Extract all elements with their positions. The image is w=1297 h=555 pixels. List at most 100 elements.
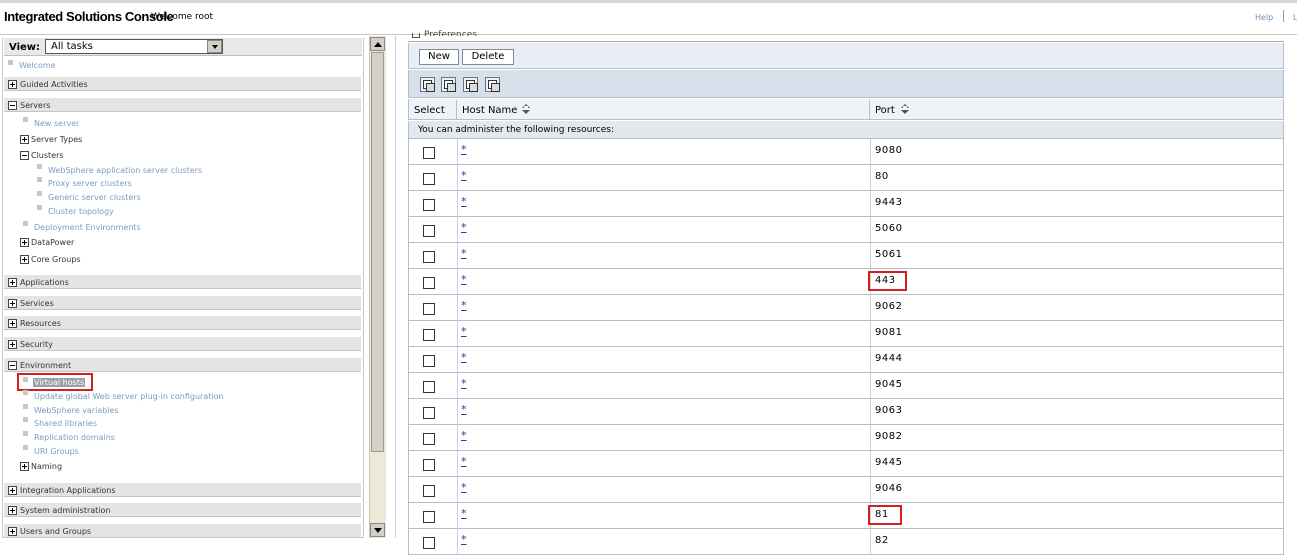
logout-link[interactable]: L: [1293, 13, 1297, 22]
chevron-down-icon[interactable]: [207, 40, 222, 53]
host-name-link[interactable]: *: [461, 221, 467, 234]
help-link[interactable]: Help: [1255, 13, 1273, 22]
nav-update-plugin[interactable]: Update global Web server plug-in configu…: [34, 392, 224, 401]
host-name-link[interactable]: *: [461, 455, 467, 468]
nav-websphere-variables[interactable]: WebSphere variables: [34, 406, 119, 415]
host-name-link[interactable]: *: [461, 481, 467, 494]
host-name-link[interactable]: *: [461, 195, 467, 208]
sort-icon[interactable]: [901, 104, 909, 116]
expand-icon[interactable]: [20, 135, 29, 144]
nav-resources[interactable]: Resources: [20, 319, 61, 328]
preferences-label[interactable]: Preferences: [424, 30, 477, 36]
host-name-link[interactable]: *: [461, 377, 467, 390]
host-name-link[interactable]: *: [461, 299, 467, 312]
nav-category-servers[interactable]: [4, 97, 361, 112]
nav-security[interactable]: Security: [20, 340, 53, 349]
nav-deployment-env[interactable]: Deployment Environments: [34, 223, 141, 232]
nav-applications[interactable]: Applications: [20, 278, 69, 287]
table-row: [408, 529, 1284, 555]
deselect-all-icon[interactable]: [441, 77, 456, 92]
host-name-link[interactable]: *: [461, 169, 467, 182]
scroll-up-icon[interactable]: [370, 37, 385, 51]
nav-environment[interactable]: Environment: [20, 361, 71, 370]
expand-icon[interactable]: [20, 238, 29, 247]
scroll-down-icon[interactable]: [370, 523, 385, 537]
collapse-icon[interactable]: [8, 361, 17, 370]
row-select-checkbox[interactable]: [423, 173, 435, 185]
clear-filter-icon[interactable]: [485, 77, 500, 92]
row-select-checkbox[interactable]: [423, 485, 435, 497]
host-name-link[interactable]: *: [461, 351, 467, 364]
cell-divider: [870, 321, 871, 346]
row-select-checkbox[interactable]: [423, 147, 435, 159]
collapse-icon[interactable]: [20, 151, 29, 160]
nav-welcome[interactable]: Welcome: [19, 61, 56, 70]
expand-icon[interactable]: [8, 486, 17, 495]
expand-icon[interactable]: [8, 319, 17, 328]
host-name-link[interactable]: *: [461, 533, 467, 546]
expand-icon[interactable]: [8, 278, 17, 287]
delete-button[interactable]: Delete: [462, 49, 514, 65]
nav-server-types[interactable]: Server Types: [31, 135, 82, 144]
nav-cluster-topology[interactable]: Cluster topology: [48, 207, 114, 216]
row-select-checkbox[interactable]: [423, 407, 435, 419]
sort-icon[interactable]: [522, 104, 530, 116]
column-port[interactable]: Port: [875, 105, 895, 116]
nav-services[interactable]: Services: [20, 299, 54, 308]
host-name-link[interactable]: *: [461, 507, 467, 520]
nav-users-and-groups[interactable]: Users and Groups: [20, 527, 91, 536]
row-select-checkbox[interactable]: [423, 329, 435, 341]
cell-divider: [457, 399, 458, 424]
nav-was-clusters[interactable]: WebSphere application server clusters: [48, 166, 202, 175]
select-all-icon[interactable]: [420, 77, 435, 92]
row-select-checkbox[interactable]: [423, 199, 435, 211]
port-value: 9063: [875, 405, 903, 416]
row-select-checkbox[interactable]: [423, 537, 435, 549]
row-select-checkbox[interactable]: [423, 251, 435, 263]
row-select-checkbox[interactable]: [423, 225, 435, 237]
expand-icon[interactable]: [8, 340, 17, 349]
expand-icon[interactable]: [8, 506, 17, 515]
expand-icon[interactable]: [20, 462, 29, 471]
row-select-checkbox[interactable]: [423, 381, 435, 393]
show-filter-icon[interactable]: [463, 77, 478, 92]
row-select-checkbox[interactable]: [423, 511, 435, 523]
expand-icon[interactable]: [8, 527, 17, 536]
host-name-link[interactable]: *: [461, 143, 467, 156]
scroll-thumb[interactable]: [371, 52, 384, 452]
new-button[interactable]: New: [419, 49, 459, 65]
nav-system-administration[interactable]: System administration: [20, 506, 110, 515]
nav-servers[interactable]: Servers: [20, 101, 50, 110]
host-name-link[interactable]: *: [461, 325, 467, 338]
column-host-name[interactable]: Host Name: [462, 105, 517, 116]
expand-icon[interactable]: [8, 299, 17, 308]
nav-new-server[interactable]: New server: [34, 119, 79, 128]
row-select-checkbox[interactable]: [423, 459, 435, 471]
expand-icon[interactable]: [20, 255, 29, 264]
nav-integration-applications[interactable]: Integration Applications: [20, 486, 116, 495]
host-name-link[interactable]: *: [461, 429, 467, 442]
nav-replication-domains[interactable]: Replication domains: [34, 433, 115, 442]
nav-proxy-clusters[interactable]: Proxy server clusters: [48, 179, 132, 188]
nav-guided-activities[interactable]: Guided Activities: [20, 80, 88, 89]
row-select-checkbox[interactable]: [423, 355, 435, 367]
preferences-toggle[interactable]: [412, 33, 420, 38]
nav-uri-groups[interactable]: URI Groups: [34, 447, 79, 456]
row-select-checkbox[interactable]: [423, 433, 435, 445]
nav-naming[interactable]: Naming: [31, 462, 62, 471]
nav-category-security[interactable]: [4, 336, 361, 351]
host-name-link[interactable]: *: [461, 273, 467, 286]
nav-datapower[interactable]: DataPower: [31, 238, 74, 247]
nav-generic-clusters[interactable]: Generic server clusters: [48, 193, 141, 202]
nav-shared-libraries[interactable]: Shared libraries: [34, 419, 97, 428]
host-name-link[interactable]: *: [461, 247, 467, 260]
expand-icon[interactable]: [8, 80, 17, 89]
nav-core-groups[interactable]: Core Groups: [31, 255, 81, 264]
host-name-link[interactable]: *: [461, 403, 467, 416]
nav-clusters[interactable]: Clusters: [31, 151, 64, 160]
row-select-checkbox[interactable]: [423, 303, 435, 315]
row-select-checkbox[interactable]: [423, 277, 435, 289]
cell-divider: [870, 451, 871, 476]
collapse-icon[interactable]: [8, 101, 17, 110]
nav-category-services[interactable]: [4, 295, 361, 310]
